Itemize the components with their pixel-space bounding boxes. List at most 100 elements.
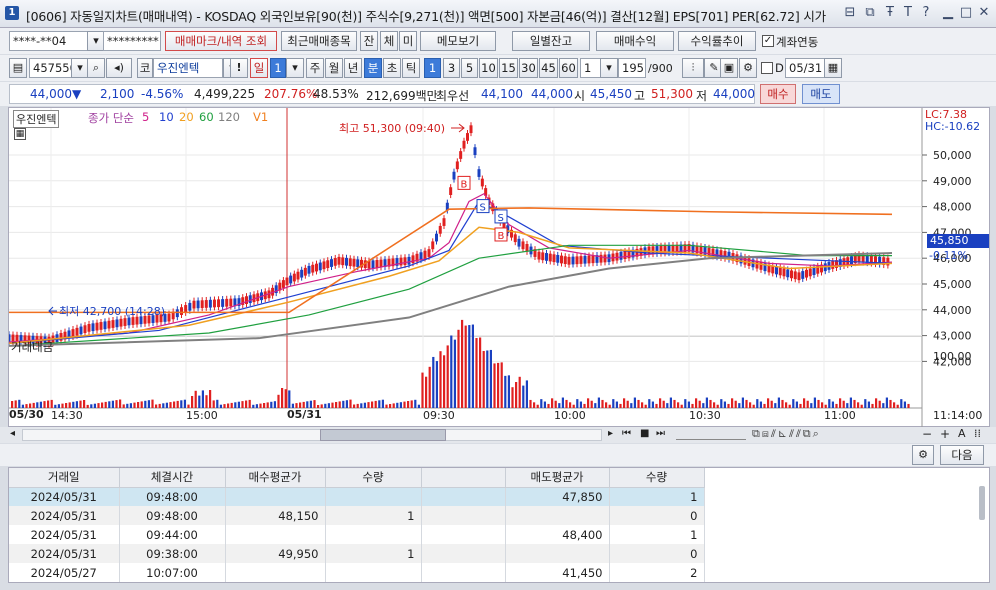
minute-1[interactable]: 1: [424, 58, 441, 78]
more-icon[interactable]: ⁞⁞: [974, 427, 981, 440]
account-link-checkbox[interactable]: ✓: [762, 35, 774, 47]
period-year[interactable]: 년: [344, 58, 362, 78]
forward-icon[interactable]: ⏭: [656, 428, 665, 439]
next-button[interactable]: 다음: [940, 445, 984, 465]
count-dropdown-icon[interactable]: ▾: [600, 58, 618, 78]
daily-balance-button[interactable]: 일별잔고: [512, 31, 590, 51]
help-icon[interactable]: ?: [918, 5, 934, 21]
memo-button[interactable]: 메모보기: [420, 31, 496, 51]
trade-profit-button[interactable]: 매매수익: [596, 31, 674, 51]
help-icon[interactable]: T: [900, 5, 916, 21]
table-row[interactable]: 2024/05/31 09:48:00 47,850 1: [9, 487, 705, 506]
sound-icon[interactable]: ◂): [106, 58, 132, 78]
stock-name-field[interactable]: 우진엔텍: [153, 58, 223, 78]
restore-icon[interactable]: ⊟: [842, 5, 858, 21]
recent-trades-button[interactable]: 최근매매종목: [281, 31, 357, 51]
table-scrollbar[interactable]: [979, 486, 985, 520]
alert-icon[interactable]: !: [230, 58, 248, 78]
filled-button[interactable]: 체: [380, 31, 398, 51]
chart-scrollbar[interactable]: [22, 429, 602, 441]
date-checkbox[interactable]: [761, 62, 773, 74]
zoom-out-icon[interactable]: −: [922, 427, 932, 441]
candle-body: [541, 252, 545, 261]
text-icon[interactable]: Ŧ: [882, 5, 898, 21]
table-row[interactable]: 2024/05/27 10:07:00 41,450 2: [9, 563, 705, 582]
volume-bar: [482, 350, 485, 408]
table-cell: [325, 525, 422, 544]
close-icon[interactable]: ✕: [976, 5, 992, 21]
minute-15[interactable]: 15: [499, 58, 518, 78]
buy-button[interactable]: 매수: [760, 84, 796, 104]
sell-button[interactable]: 매도: [802, 84, 840, 104]
minute-45[interactable]: 45: [539, 58, 558, 78]
volume-bar: [230, 402, 233, 408]
minimize-icon[interactable]: ▁: [940, 5, 956, 21]
grid-toggle-icon[interactable]: ▦: [14, 128, 26, 140]
search-icon[interactable]: ⌕: [87, 58, 105, 78]
trade-mark-button[interactable]: 매매마크/내역 조회: [165, 31, 277, 51]
stop-icon[interactable]: ■: [640, 428, 649, 439]
stock-code-input[interactable]: 457550: [29, 58, 73, 78]
password-input[interactable]: *********: [103, 31, 161, 51]
volume-bar: [464, 325, 467, 408]
settings-gear-icon[interactable]: ⚙: [912, 445, 934, 465]
period-day-count[interactable]: 1: [270, 58, 286, 78]
range-input[interactable]: 195: [618, 58, 646, 78]
trade-table: 거래일 체결시간 매수평균가 수량 매도평균가 수량 2024/05/31 09:…: [9, 468, 705, 582]
font-size-icon[interactable]: A: [958, 427, 966, 440]
volume-bar: [529, 399, 532, 408]
balance-button[interactable]: 잔: [360, 31, 378, 51]
candle-body: [623, 251, 627, 259]
date-input[interactable]: 05/31: [785, 58, 825, 78]
table-row[interactable]: 2024/05/31 09:48:00 48,150 1 0: [9, 506, 705, 525]
scroll-right-icon[interactable]: ▸: [608, 428, 613, 439]
table-header: 거래일 체결시간 매수평균가 수량 매도평균가 수량: [9, 468, 705, 488]
volume-bar: [72, 401, 75, 408]
period-month[interactable]: 월: [325, 58, 343, 78]
account-input[interactable]: ****-**04: [9, 31, 89, 51]
period-tick[interactable]: 틱: [402, 58, 420, 78]
period-second[interactable]: 초: [383, 58, 401, 78]
indicator-icon[interactable]: ⫶: [682, 58, 704, 78]
volume-bar: [425, 376, 428, 408]
chart-canvas[interactable]: 50,00049,00048,00047,00046,00045,00044,0…: [9, 108, 991, 428]
minute-10[interactable]: 10: [479, 58, 498, 78]
candle-body: [449, 187, 453, 195]
scroll-thumb[interactable]: [320, 429, 446, 441]
volume-bar: [497, 362, 500, 408]
profit-trend-button[interactable]: 수익률추이: [678, 31, 756, 51]
calendar-icon[interactable]: ▦: [824, 58, 842, 78]
v1-line: [9, 207, 893, 314]
volume-bar: [677, 402, 680, 408]
period-week[interactable]: 주: [306, 58, 324, 78]
candle-body: [480, 178, 484, 187]
chart-type-icon[interactable]: ▤: [9, 58, 27, 78]
minute-5[interactable]: 5: [461, 58, 478, 78]
period-dropdown-icon[interactable]: ▾: [286, 58, 304, 78]
unfilled-button[interactable]: 미: [399, 31, 417, 51]
candle-body: [79, 326, 83, 335]
save-icon[interactable]: ▣: [720, 58, 738, 78]
scroll-left-icon[interactable]: ◂: [10, 428, 15, 439]
volume-bar: [198, 395, 201, 408]
candle-body: [322, 261, 326, 270]
drawing-tools-icon[interactable]: ⧉⧈⫽⊾⫽⫽⧉⌕: [752, 427, 821, 441]
zoom-slider[interactable]: [676, 428, 746, 440]
price-chart[interactable]: 50,000 49,000 48,000 47,000 46,000 45,000 44,0…: [8, 107, 991, 428]
table-row[interactable]: 2024/05/31 09:44:00 48,400 1: [9, 525, 705, 544]
period-day[interactable]: 일: [250, 58, 268, 78]
pin-icon[interactable]: ⧉: [862, 5, 878, 21]
unit-count-input[interactable]: 1: [580, 58, 602, 78]
minute-3[interactable]: 3: [443, 58, 460, 78]
volume-bar: [356, 403, 359, 408]
candle-body: [115, 319, 119, 328]
table-row[interactable]: 2024/05/31 09:38:00 49,950 1 0: [9, 544, 705, 563]
zoom-in-icon[interactable]: +: [940, 427, 950, 441]
rewind-icon[interactable]: ⏮: [622, 428, 631, 439]
minute-60[interactable]: 60: [559, 58, 578, 78]
gear-icon[interactable]: ⚙: [739, 58, 757, 78]
minute-30[interactable]: 30: [519, 58, 538, 78]
table-cell: 2024/05/31: [9, 544, 120, 563]
period-minute[interactable]: 분: [364, 58, 382, 78]
maximize-icon[interactable]: □: [958, 5, 974, 21]
